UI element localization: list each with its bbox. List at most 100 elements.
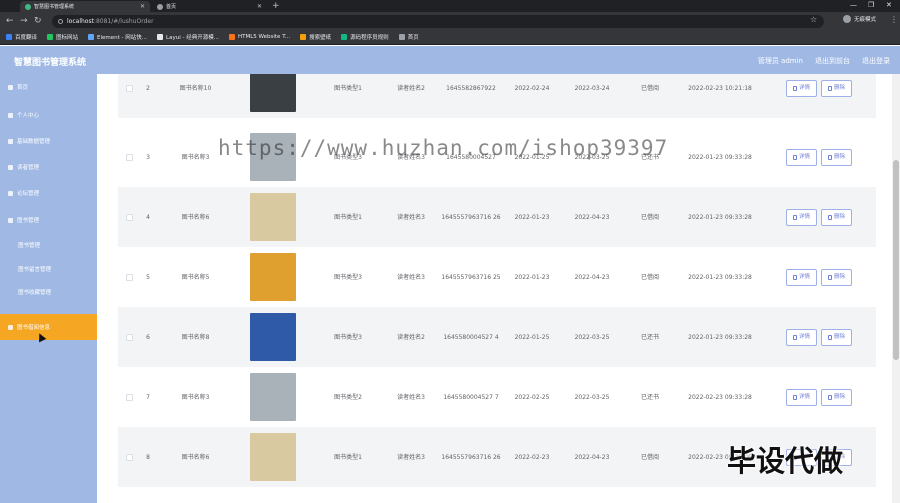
bookmark-star-icon[interactable]: ☆ [810,15,817,24]
delete-button[interactable]: 删除 [821,268,853,286]
cell-book: 图书名称5 [181,273,210,281]
row-checkbox[interactable] [125,213,133,221]
reload-icon[interactable]: ↻ [34,15,42,27]
watermark-text: https://www.huzhan.com/ishop39397 [218,136,669,160]
address-toolbar: ← → ↻ localhost:8081/#/lushuOrder ☆ [0,12,900,30]
cell-return-date: 2022-04-23 [574,213,610,221]
delete-button[interactable]: 删除 [821,388,853,406]
document-icon [792,394,797,400]
menu-item-icon [8,112,13,118]
sidebar-item-label: 论坛管理 [17,191,40,197]
bookmark-item[interactable]: 源码程序员规则 [341,33,389,41]
row-checkbox[interactable] [125,84,133,92]
cell-order-no: 1645582867922 [446,84,496,92]
detail-button[interactable]: 详情 [785,208,817,226]
cell-order-no: 1645557963716 26 [441,213,501,221]
sidebar-item[interactable]: 读者管理 [0,154,97,180]
bookmark-item[interactable]: 首页 [398,33,419,41]
cell-cover [244,367,302,427]
bookmark-item[interactable]: Layui - 经典开源模... [157,33,219,41]
detail-button[interactable]: 详情 [785,79,817,97]
sidebar-item[interactable]: 图书借阅信息 [0,314,97,340]
sidebar-item-label: 图书管理 [17,218,40,224]
bookmark-item[interactable]: HTML5 Website T... [228,34,291,40]
document-icon [792,334,797,340]
bookmark-item[interactable]: 搜索壁纸 [300,33,331,41]
info-icon[interactable] [58,19,63,24]
back-to-frontend-link[interactable]: 退出到前台 [815,56,850,66]
cell-created: 2022-01-23 09:33:28 [688,333,752,341]
cell-cover [244,247,302,307]
tab-home-label: 首页 [166,4,177,10]
sidebar-item[interactable]: 图书管理 [0,207,97,233]
detail-button[interactable]: 详情 [785,148,817,166]
cell-index: 7 [146,393,150,401]
cell-reader: 读者姓名3 [397,273,425,281]
incognito-profile[interactable]: 无痕模式 [843,15,876,23]
cell-type: 图书类型2 [334,393,362,401]
new-tab-button[interactable]: + [272,1,280,11]
bookmark-favicon-icon [341,34,348,40]
book-cover-image [250,193,296,241]
sidebar-item-label: 图书收藏管理 [18,290,52,296]
tab-home[interactable]: 首页 ✕ [152,1,267,12]
bookmark-item[interactable]: 图标网站 [47,33,78,41]
back-icon[interactable]: ← [6,15,14,27]
close-tab-icon[interactable]: ✕ [140,3,145,10]
menu-item-icon [8,138,13,144]
delete-button[interactable]: 删除 [821,328,853,346]
row-checkbox[interactable] [125,393,133,401]
row-checkbox[interactable] [125,453,133,461]
delete-button[interactable]: 删除 [821,79,853,97]
sidebar-item[interactable]: 个人中心 [0,102,97,128]
sidebar-item-label: 读者管理 [17,165,40,171]
cell-index: 2 [146,84,150,92]
menu-item-icon [8,217,13,223]
maximize-icon[interactable]: ❐ [868,1,874,9]
tab-app[interactable]: 智慧图书管理系统 ✕ [20,1,150,12]
bookmark-item[interactable]: 百度翻译 [6,33,37,41]
forward-icon[interactable]: → [20,15,28,27]
logout-link[interactable]: 退出登录 [862,56,890,66]
close-tab-icon[interactable]: ✕ [257,3,262,10]
sidebar-item-label: 个人中心 [17,113,40,119]
sidebar-subitem[interactable]: 图书留言管理 [0,258,97,280]
minimize-icon[interactable]: — [850,1,857,9]
sidebar-item[interactable]: 首页 [0,74,97,100]
cell-chk [118,74,140,118]
detail-label: 详情 [798,273,810,280]
row-checkbox[interactable] [125,333,133,341]
cell-book: 图书名称10 [179,84,212,92]
cell-return-date: 2022-04-23 [574,453,610,461]
detail-button[interactable]: 详情 [785,328,817,346]
delete-button[interactable]: 删除 [821,148,853,166]
detail-label: 详情 [798,333,810,340]
cell-order-no: 1645580004527 7 [443,393,499,401]
detail-button[interactable]: 详情 [785,268,817,286]
address-bar[interactable]: localhost:8081/#/lushuOrder [52,15,824,28]
cell-status: 已还书 [640,333,659,341]
scrollbar-thumb[interactable] [893,160,899,360]
bookmark-item[interactable]: Element - 网站快... [88,33,147,41]
row-checkbox[interactable] [125,273,133,281]
sidebar-subitem[interactable]: 图书管理 [0,234,97,256]
trash-icon [828,334,832,340]
table-row: 5 图书名称5 图书类型3 读者姓名3 1645557963716 25 2022-01-… [118,247,876,307]
sidebar-item[interactable]: 论坛管理 [0,180,97,206]
cell-status: 已还书 [640,393,659,401]
admin-user-link[interactable]: 管理员 admin [758,56,803,66]
browser-menu-icon[interactable]: ⋮ [890,15,898,24]
detail-button[interactable]: 详情 [785,388,817,406]
cell-return-date: 2022-04-23 [574,273,610,281]
close-window-icon[interactable]: ✕ [886,1,892,9]
row-checkbox[interactable] [125,153,133,161]
bookmark-favicon-icon [228,34,235,40]
sidebar-subitem[interactable]: 图书收藏管理 [0,281,97,303]
document-icon [792,214,797,220]
cell-reader: 读者姓名2 [397,84,425,92]
sidebar-item[interactable]: 基础数据管理 [0,128,97,154]
delete-button[interactable]: 删除 [821,208,853,226]
profile-label: 无痕模式 [854,17,877,23]
bookmark-label: HTML5 Website T... [237,34,291,40]
detail-label: 详情 [798,84,810,91]
